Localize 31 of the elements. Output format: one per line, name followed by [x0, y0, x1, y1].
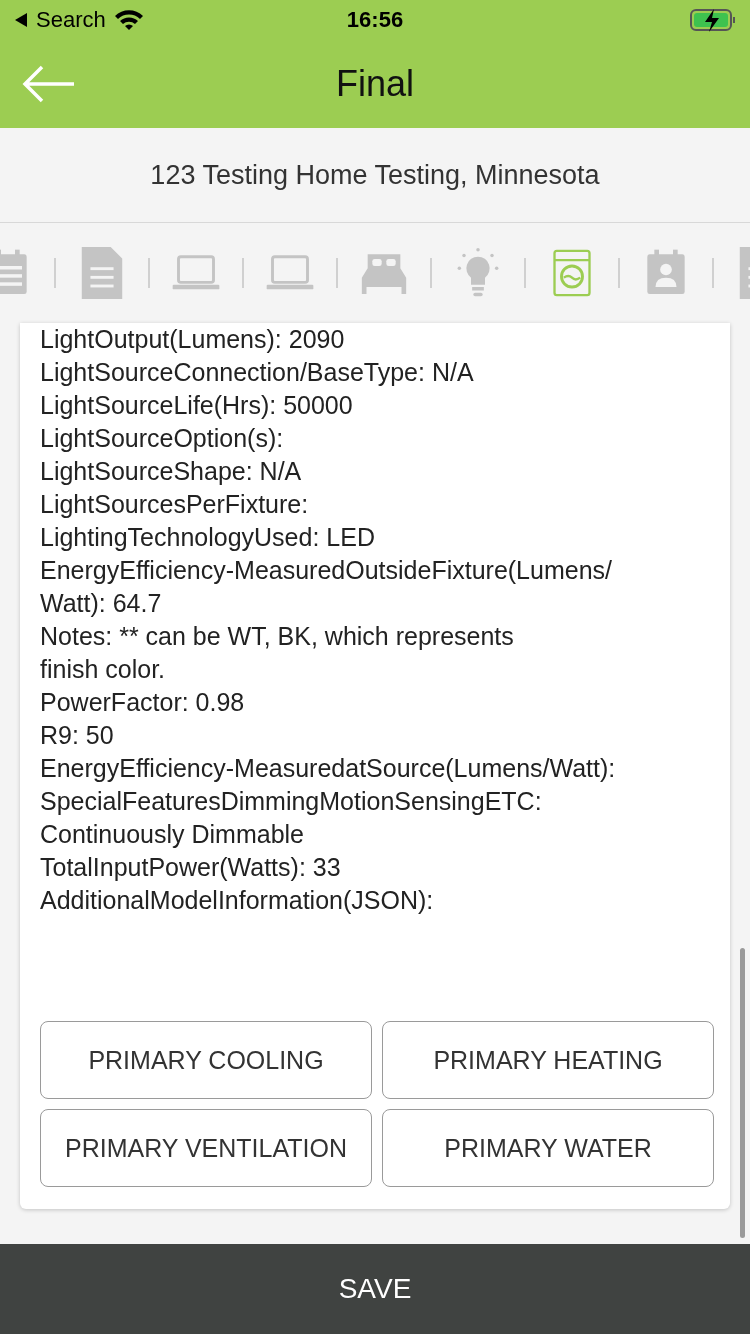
clock-time: 16:56	[346, 7, 404, 33]
detail-line: PowerFactor: 0.98	[40, 687, 246, 718]
category-button[interactable]: PRIMARY WATER	[382, 1109, 714, 1187]
detail-line: LightSourceConnection/BaseType: N/A	[40, 357, 475, 388]
detail-line: LightSourceShape: N/A	[40, 456, 303, 487]
detail-line: Watt): 64.7	[40, 588, 163, 619]
back-triangle-icon	[14, 12, 28, 28]
detail-line: EnergyEfficiency-MeasuredatSource(Lumens/Watt):	[40, 753, 617, 784]
category-button[interactable]: PRIMARY VENTILATION	[40, 1109, 372, 1187]
detail-line: SpecialFeaturesDimmingMotionSensingETC:	[40, 786, 543, 817]
detail-line: LightSourcesPerFixture:	[40, 489, 310, 520]
detail-line: EnergyEfficiency-MeasuredOutsideFixture(Lumens/	[40, 555, 613, 586]
save-button[interactable]: SAVE	[0, 1244, 750, 1334]
page-title: Final	[336, 63, 414, 105]
category-button[interactable]: PRIMARY COOLING	[40, 1021, 372, 1099]
detail-line: R9: 50	[40, 720, 115, 751]
back-label[interactable]: Search	[36, 7, 106, 33]
detail-line: Continuously Dimmable	[40, 819, 305, 850]
detail-line: AdditionalModelInformation(JSON):	[40, 885, 435, 916]
detail-line: TotalInputPower(Watts): 33	[40, 852, 342, 883]
back-button[interactable]	[22, 64, 76, 104]
detail-line: LightSourceOption(s):	[40, 423, 285, 454]
detail-line: Notes: ** can be WT, BK, which represents	[40, 621, 515, 652]
wifi-icon	[113, 9, 144, 31]
detail-line: LightingTechnologyUsed: LED	[40, 522, 376, 553]
document-icon	[81, 247, 123, 299]
detail-line: LightSourceLife(Hrs): 50000	[40, 390, 354, 421]
address-text: 123 Testing Home Testing, Minnesota	[0, 128, 750, 223]
detail-line: finish color.	[40, 654, 167, 685]
detail-line: LightOutput(Lumens): 2090	[40, 324, 346, 355]
category-button[interactable]: PRIMARY HEATING	[382, 1021, 714, 1099]
